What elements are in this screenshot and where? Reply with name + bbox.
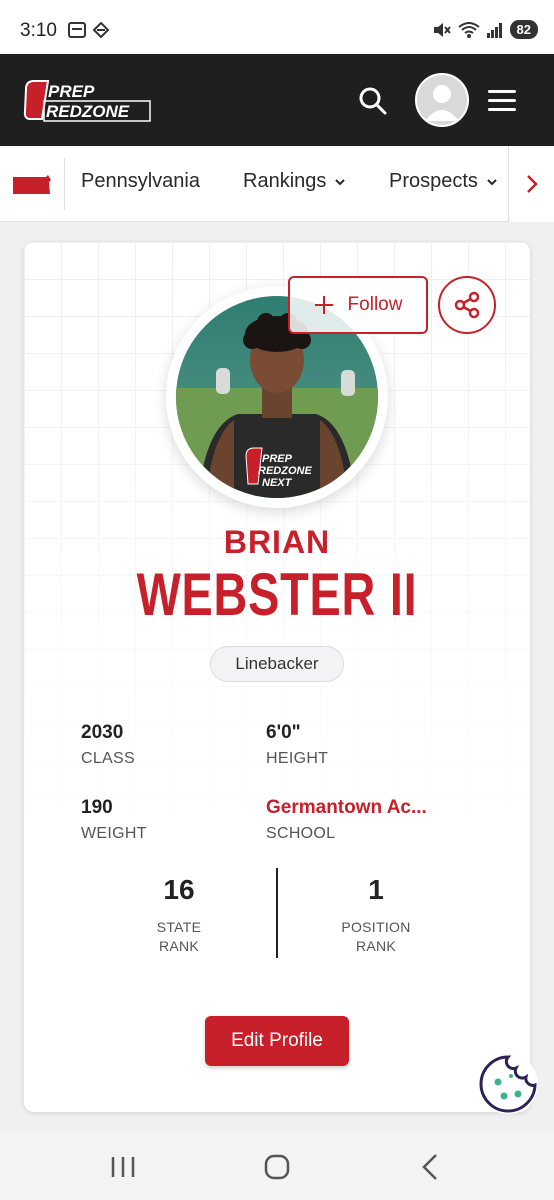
recent-apps-button[interactable] — [108, 1152, 138, 1182]
rank-label-line1: STATE — [156, 919, 202, 935]
stat-value: 2030 — [81, 722, 124, 743]
stat-class: 2030 CLASS — [81, 722, 135, 768]
search-button[interactable] — [356, 84, 390, 118]
stat-value: 190 — [81, 797, 113, 818]
rank-label: POSITION RANK — [306, 918, 446, 956]
pennsylvania-flag-icon — [13, 175, 51, 194]
chevron-right-icon — [526, 175, 538, 193]
avatar-button[interactable] — [415, 73, 469, 127]
nav-item-rankings[interactable]: Rankings — [243, 170, 346, 193]
stat-label: CLASS — [81, 750, 135, 767]
status-time: 3:10 — [20, 20, 57, 41]
rank-value: 16 — [163, 874, 195, 905]
stat-value: 6'0" — [266, 722, 301, 743]
nav-item-prospects[interactable]: Prospects — [389, 170, 498, 193]
avatar-icon — [417, 75, 467, 125]
back-button[interactable] — [416, 1152, 446, 1182]
rank-label-line1: POSITION — [341, 919, 411, 935]
nav-item-label: Pennsylvania — [81, 170, 200, 192]
status-bar: 3:10 82 — [0, 0, 554, 54]
logo-text-bottom: REDZONE — [46, 102, 130, 121]
battery-indicator: 82 — [509, 20, 538, 39]
shirt-logo-mid: REDZONE — [258, 465, 312, 477]
edit-profile-button[interactable]: Edit Profile — [205, 1016, 349, 1066]
nav-item-pennsylvania[interactable]: Pennsylvania — [81, 170, 200, 193]
recent-apps-icon — [111, 1157, 135, 1177]
position-badge: Linebacker — [210, 646, 344, 682]
share-button[interactable] — [438, 276, 496, 334]
back-icon — [422, 1154, 437, 1180]
chevron-down-icon — [487, 178, 497, 185]
system-nav-bar — [0, 1132, 554, 1200]
rank-label: STATE RANK — [109, 918, 249, 956]
search-icon — [359, 87, 387, 115]
rank-value: 1 — [368, 874, 384, 905]
home-icon — [264, 1154, 290, 1180]
state-selector[interactable] — [12, 174, 52, 196]
state-rank: 16 STATE RANK — [109, 874, 249, 956]
nav-scroll-right-button[interactable] — [508, 146, 554, 222]
stat-label: WEIGHT — [81, 825, 147, 842]
menu-button[interactable] — [486, 86, 518, 116]
follow-label: Follow — [347, 294, 403, 315]
calendar-icon — [68, 22, 86, 38]
profile-card: PREP REDZONE NEXT Follow BRIAN WEBSTER I… — [24, 242, 530, 1112]
status-right: 82 — [432, 20, 538, 39]
shirt-logo-bottom: NEXT — [262, 477, 293, 489]
plus-icon — [314, 296, 333, 314]
nav-divider — [64, 158, 65, 210]
app-icon — [92, 22, 110, 38]
mute-icon — [433, 22, 451, 37]
app-header: PREP REDZONE — [0, 54, 554, 146]
stat-label: SCHOOL — [266, 825, 336, 842]
rank-label-line2: RANK — [158, 938, 200, 954]
rank-divider — [276, 868, 278, 958]
logo-text-top: PREP — [48, 82, 95, 101]
position-rank: 1 POSITION RANK — [306, 874, 446, 956]
status-left-icons — [68, 22, 110, 38]
share-icon — [454, 291, 480, 319]
school-link[interactable]: Germantown Ac... — [266, 797, 427, 819]
rank-label-line2: RANK — [355, 938, 397, 954]
signal-icon — [486, 22, 502, 38]
shirt-logo-top: PREP — [262, 453, 293, 465]
player-last-name: WEBSTER II — [136, 561, 418, 628]
home-button[interactable] — [262, 1152, 292, 1182]
stat-height: 6'0" HEIGHT — [266, 722, 328, 768]
menu-icon — [488, 90, 516, 111]
wifi-icon — [457, 21, 480, 38]
cookie-icon — [479, 1055, 537, 1113]
chevron-down-icon — [335, 178, 346, 185]
stat-weight: 190 WEIGHT — [81, 797, 147, 843]
nav-item-label: Rankings — [243, 170, 327, 192]
sub-nav: Pennsylvania Rankings Prospects — [0, 146, 554, 222]
nav-item-label: Prospects — [389, 170, 478, 192]
follow-button[interactable]: Follow — [288, 276, 428, 334]
prep-redzone-logo[interactable]: PREP REDZONE — [22, 77, 152, 123]
stat-label: HEIGHT — [266, 750, 329, 767]
player-first-name: BRIAN — [223, 524, 331, 560]
cookie-settings-button[interactable] — [478, 1054, 538, 1114]
stat-school: Germantown Ac... SCHOOL — [266, 797, 427, 843]
